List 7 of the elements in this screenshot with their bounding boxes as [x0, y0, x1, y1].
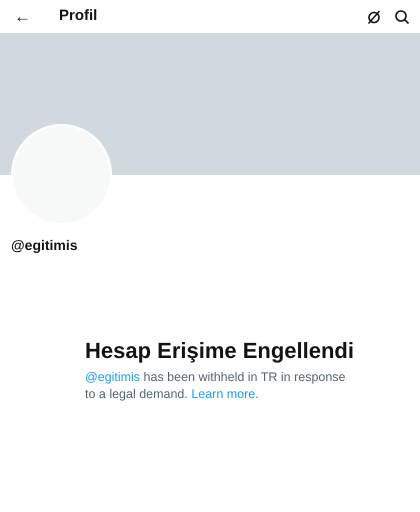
profile-handle: @egitimis: [11, 236, 79, 255]
page-title: Profil: [59, 6, 98, 26]
notice-title: Hesap Erişime Engellendi: [85, 338, 355, 364]
notice-message: @egitimis has been withheld in TR in response to a legal demand. Learn more.: [85, 368, 347, 402]
link[interactable]: @egitimis: [85, 370, 140, 384]
link[interactable]: Learn more: [191, 386, 256, 401]
back-button[interactable]: ←: [12, 8, 33, 25]
